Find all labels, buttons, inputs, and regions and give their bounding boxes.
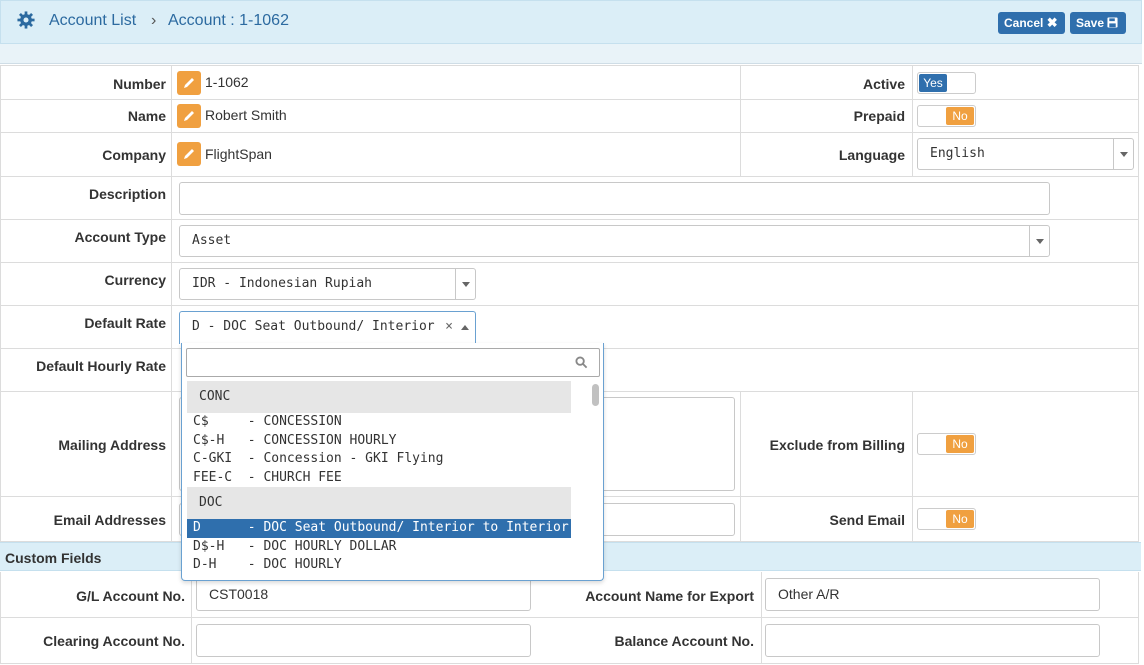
exclude-billing-toggle[interactable]: No <box>917 433 976 455</box>
row-description: Description <box>0 177 1139 220</box>
row-company: Company FlightSpan Language English <box>0 133 1139 177</box>
chevron-down-icon <box>1113 139 1133 169</box>
row-number: Number 1-1062 Active Yes <box>0 65 1139 100</box>
save-label: Save <box>1076 16 1105 30</box>
company-label: Company <box>102 147 166 163</box>
option-item[interactable]: FEE-C - CHURCH FEE <box>187 469 571 488</box>
cancel-label: Cancel <box>1004 16 1044 30</box>
send-email-label: Send Email <box>829 512 905 528</box>
dropdown-search-input[interactable] <box>186 348 600 377</box>
balance-account-input[interactable] <box>765 624 1100 657</box>
default-rate-value: D - DOC Seat Outbound/ Interior <box>192 319 435 334</box>
email-addresses-label: Email Addresses <box>53 512 166 528</box>
save-button[interactable]: Save <box>1070 12 1126 34</box>
currency-value: IDR - Indonesian Rupiah <box>192 276 373 291</box>
send-email-toggle[interactable]: No <box>917 508 976 530</box>
option-item-selected[interactable]: D - DOC Seat Outbound/ Interior to Inter… <box>187 519 571 538</box>
prepaid-toggle-value: No <box>946 107 974 125</box>
active-toggle[interactable]: Yes <box>917 72 976 94</box>
balance-account-label: Balance Account No. <box>614 633 754 649</box>
option-item[interactable]: D-H - DOC HOURLY <box>187 556 571 575</box>
exclude-billing-label: Exclude from Billing <box>769 437 905 453</box>
account-type-value: Asset <box>192 233 232 248</box>
option-group-label: DOC <box>187 487 571 519</box>
header-strip <box>0 44 1142 64</box>
description-input[interactable] <box>179 182 1050 215</box>
breadcrumb-account-list[interactable]: Account List <box>49 12 136 30</box>
row-account-type: Account Type Asset <box>0 220 1139 263</box>
clearing-account-input[interactable] <box>196 624 531 657</box>
option-item[interactable]: C$ - CONCESSION <box>187 413 571 432</box>
chevron-down-icon <box>1029 226 1049 256</box>
pencil-icon <box>184 78 194 88</box>
account-type-label: Account Type <box>74 229 166 245</box>
company-value: FlightSpan <box>205 146 272 162</box>
chevron-down-icon <box>455 269 475 299</box>
exclude-billing-toggle-value: No <box>946 435 974 453</box>
currency-label: Currency <box>104 272 166 288</box>
default-rate-label: Default Rate <box>84 315 166 331</box>
edit-number-button[interactable] <box>177 71 201 95</box>
breadcrumb-current: Account : 1-1062 <box>168 12 289 29</box>
row-clearing-account: Clearing Account No. Balance Account No. <box>0 618 1139 664</box>
send-email-toggle-value: No <box>946 510 974 528</box>
dropdown-options: CONC C$ - CONCESSION C$-H - CONCESSION H… <box>187 381 571 580</box>
save-icon <box>1107 17 1118 28</box>
edit-name-button[interactable] <box>177 104 201 128</box>
name-label: Name <box>127 108 166 124</box>
dropdown-scrollbar[interactable] <box>592 384 599 406</box>
mailing-address-label: Mailing Address <box>58 437 166 453</box>
export-name-value: Other A/R <box>778 586 840 602</box>
chevron-up-icon <box>461 325 469 330</box>
search-icon <box>575 356 588 369</box>
pencil-icon <box>184 149 194 159</box>
export-name-input[interactable]: Other A/R <box>765 578 1100 611</box>
gl-account-value: CST0018 <box>209 586 269 602</box>
currency-select[interactable]: IDR - Indonesian Rupiah <box>179 268 476 300</box>
active-label: Active <box>862 76 905 92</box>
default-rate-dropdown[interactable]: CONC C$ - CONCESSION C$-H - CONCESSION H… <box>181 343 604 581</box>
pencil-icon <box>184 111 194 121</box>
export-name-label: Account Name for Export <box>585 588 754 604</box>
close-icon: ✖ <box>1046 15 1058 30</box>
cancel-button[interactable]: Cancel ✖ <box>998 12 1065 34</box>
number-value: 1-1062 <box>205 74 249 90</box>
language-label: Language <box>838 147 905 163</box>
description-label: Description <box>88 186 166 202</box>
default-hourly-rate-label: Default Hourly Rate <box>36 358 166 374</box>
option-item[interactable]: D$-H - DOC HOURLY DOLLAR <box>187 538 571 557</box>
custom-fields-title: Custom Fields <box>5 550 102 566</box>
clearing-account-label: Clearing Account No. <box>43 633 185 649</box>
option-item[interactable]: C$-H - CONCESSION HOURLY <box>187 432 571 451</box>
page-header: Account List › Account : 1-1062 Cancel ✖… <box>0 0 1142 44</box>
gl-account-input[interactable]: CST0018 <box>196 578 531 611</box>
row-currency: Currency IDR - Indonesian Rupiah <box>0 263 1139 306</box>
account-type-select[interactable]: Asset <box>179 225 1050 257</box>
row-name: Name Robert Smith Prepaid No <box>0 100 1139 133</box>
prepaid-toggle[interactable]: No <box>917 105 976 127</box>
active-toggle-value: Yes <box>919 74 947 92</box>
option-item[interactable]: C-GKI - Concession - GKI Flying <box>187 450 571 469</box>
prepaid-label: Prepaid <box>853 108 905 124</box>
language-value: English <box>930 146 985 161</box>
default-rate-select[interactable]: D - DOC Seat Outbound/ Interior × <box>179 311 476 344</box>
gear-icon[interactable] <box>17 11 35 29</box>
gl-account-label: G/L Account No. <box>76 588 185 604</box>
option-group-label: CONC <box>187 381 571 413</box>
language-select[interactable]: English <box>917 138 1134 170</box>
number-label: Number <box>113 76 166 92</box>
clear-icon[interactable]: × <box>445 312 453 342</box>
name-value: Robert Smith <box>205 107 287 123</box>
edit-company-button[interactable] <box>177 142 201 166</box>
breadcrumb-separator: › <box>151 12 157 29</box>
